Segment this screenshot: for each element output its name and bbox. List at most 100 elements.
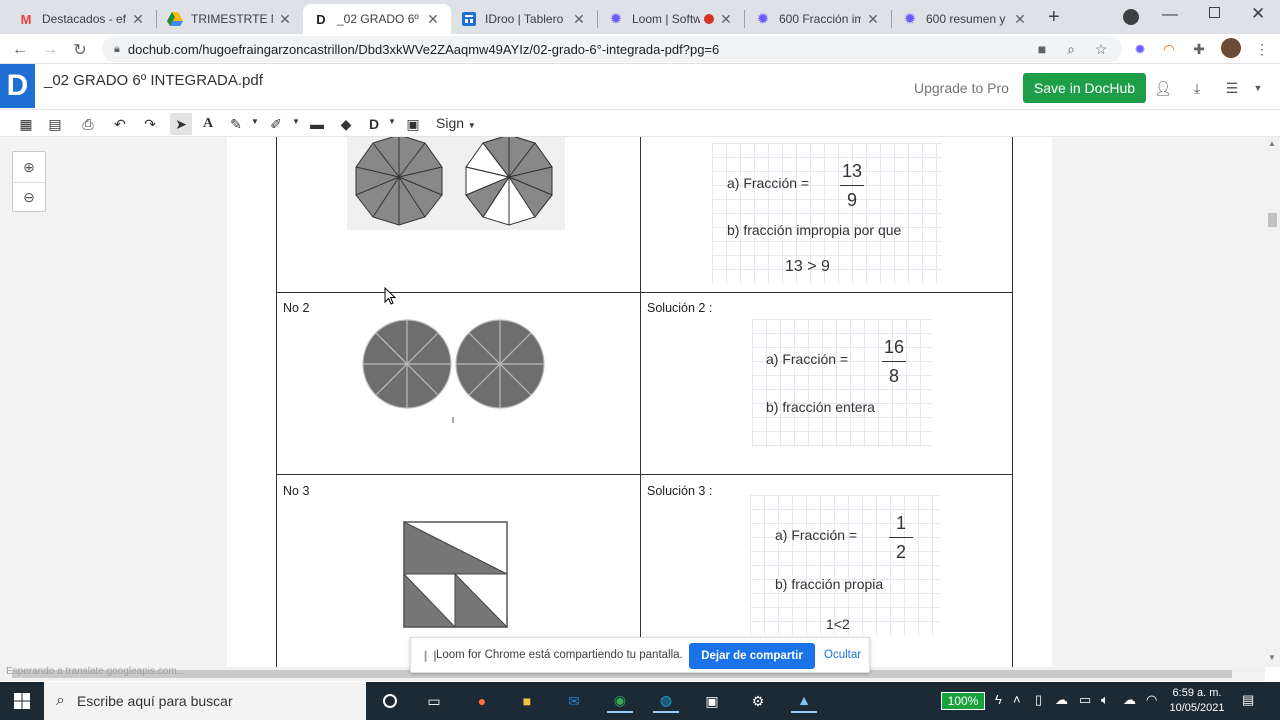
pen-tool-icon[interactable]: ✎ <box>225 113 247 135</box>
tab-title: 600 Fracción imp <box>779 12 861 26</box>
dochub-header: D _02 GRADO 6º INTEGRADA.pdf Upgrade to … <box>0 64 1280 110</box>
camera-icon[interactable]: ■ <box>1032 39 1052 59</box>
tab-dochub-active[interactable]: D _02 GRADO 6º IN ✕ <box>303 4 451 34</box>
fraction-denominator: 9 <box>846 190 857 210</box>
dochub-stamp-icon[interactable]: D <box>363 113 385 135</box>
taskbar-search[interactable]: ⌕ Escribe aquí para buscar <box>44 682 366 720</box>
loom-icon: ✹ <box>757 11 769 26</box>
redo-icon[interactable]: ↷ <box>139 113 161 135</box>
dochub-logo[interactable]: D <box>0 64 35 108</box>
apps-grid-icon[interactable]: ▦ <box>15 113 37 135</box>
document-filename[interactable]: _02 GRADO 6º INTEGRADA.pdf <box>44 72 263 89</box>
chevron-down-icon[interactable]: ▼ <box>388 117 396 126</box>
edge-icon[interactable]: ◍ <box>653 689 679 713</box>
wifi-icon[interactable]: ◠ <box>1146 692 1157 708</box>
back-icon[interactable]: ← <box>9 39 31 61</box>
tab-loom-resumen[interactable]: ✹ 600 resumen y e ✕ <box>892 4 1038 34</box>
print-icon[interactable]: ⎙ <box>77 113 99 135</box>
tab-loom-recording[interactable]: ✹ Loom | Softw ✕ <box>598 4 744 34</box>
battery-indicator[interactable]: 100% <box>941 692 985 710</box>
close-icon[interactable]: ✕ <box>130 11 146 28</box>
chevron-down-icon[interactable]: ▼ <box>1248 78 1268 98</box>
onedrive-icon[interactable]: ☁ <box>1055 692 1068 708</box>
extension-icon[interactable]: ◠ <box>1159 39 1179 59</box>
window-close-icon[interactable]: ✕ <box>1251 4 1265 24</box>
notifications-icon[interactable]: ▤ <box>1242 692 1254 708</box>
scroll-up-icon[interactable]: ▲ <box>1268 139 1276 148</box>
pages-panel-icon[interactable]: ▤ <box>44 113 66 135</box>
image-icon[interactable]: ▣ <box>402 113 424 135</box>
forward-icon[interactable]: → <box>39 39 61 61</box>
puzzle-extensions-icon[interactable]: ✚ <box>1189 39 1209 59</box>
zoom-icon[interactable]: ⌕ <box>1061 39 1081 59</box>
loom-extension-icon[interactable]: ✹ <box>1130 39 1150 59</box>
device-icon[interactable]: ▯ <box>1035 692 1042 708</box>
zoom-out-icon[interactable]: ⊖ <box>13 182 45 212</box>
fraction-numerator: 1 <box>895 513 906 533</box>
file-explorer-icon[interactable]: ■ <box>514 689 540 713</box>
chrome-icon[interactable]: ◉ <box>607 689 633 713</box>
profile-avatar[interactable] <box>1221 38 1241 58</box>
battery-tray-icon[interactable]: ▭ <box>1079 692 1091 708</box>
windows-start-icon[interactable] <box>0 682 44 720</box>
tab-loom-fraccion[interactable]: ✹ 600 Fracción imp ✕ <box>745 4 891 34</box>
tab-title: TRIMESTRTE No 2 <box>191 12 273 26</box>
firefox-icon[interactable]: ● <box>469 689 495 713</box>
close-icon[interactable]: ✕ <box>1012 11 1028 28</box>
tab-gmail[interactable]: M Destacados - efra ✕ <box>8 4 156 34</box>
highlighter-icon[interactable]: ✐ <box>265 113 287 135</box>
close-icon[interactable]: ✕ <box>425 11 441 28</box>
close-icon[interactable]: ✕ <box>718 11 734 28</box>
address-bar[interactable]: 🔒︎ dochub.com/hugoefraingarzoncastrillon… <box>102 36 1122 62</box>
cloud-icon[interactable]: ☁ <box>1123 692 1136 708</box>
vertical-scrollbar[interactable]: ▲ ▼ <box>1265 137 1280 667</box>
eraser-icon[interactable]: ◆ <box>335 113 357 135</box>
power-icon[interactable]: ϟ <box>995 692 1002 707</box>
upgrade-link[interactable]: Upgrade to Pro <box>914 80 1009 96</box>
table-border <box>276 474 1013 475</box>
task-view-icon[interactable]: ▭ <box>421 689 447 713</box>
hide-link[interactable]: Ocultar <box>824 649 861 661</box>
pdf-page[interactable]: a) Fracción = 13 9 b) fracción impropia … <box>227 137 1052 667</box>
close-icon[interactable]: ✕ <box>277 11 293 28</box>
minimize-icon[interactable]: — <box>1162 6 1178 24</box>
store-icon[interactable]: ▣ <box>699 689 725 713</box>
restore-icon[interactable] <box>1209 7 1220 18</box>
text-tool-icon[interactable]: A <box>197 113 219 135</box>
close-icon[interactable]: ✕ <box>571 11 587 28</box>
chevron-up-icon[interactable]: ˄ <box>1013 692 1021 707</box>
photos-icon[interactable]: ▲ <box>791 689 817 713</box>
mail-icon[interactable]: ✉ <box>561 689 587 713</box>
save-in-dochub-button[interactable]: Save in DocHub <box>1023 73 1146 103</box>
chevron-down-icon[interactable]: ▼ <box>251 117 259 126</box>
tab-search-icon[interactable] <box>1123 9 1139 25</box>
download-icon[interactable]: ⤓ <box>1187 78 1207 98</box>
reload-icon[interactable]: ↻ <box>69 39 91 61</box>
undo-icon[interactable]: ↶ <box>109 113 131 135</box>
menu-kebab-icon[interactable]: ⋮ <box>1252 39 1272 59</box>
scrollbar-thumb[interactable] <box>1268 213 1277 227</box>
google-drive-icon <box>167 11 183 27</box>
system-clock[interactable]: 6:59 a. m. 10/05/2021 <box>1166 686 1228 716</box>
fraction-denominator: 2 <box>895 542 906 562</box>
bookmark-star-icon[interactable]: ☆ <box>1091 39 1111 59</box>
volume-icon[interactable]: 🔈︎ <box>1101 692 1109 708</box>
zoom-in-icon[interactable]: ⊕ <box>13 152 45 182</box>
cortana-icon[interactable] <box>377 689 403 713</box>
select-pointer-icon[interactable]: ➤ <box>170 113 192 135</box>
sign-menu[interactable]: Sign ▼ <box>436 115 476 131</box>
loom-sharing-banner: ❙❙ Loom for Chrome está compartiendo tu … <box>410 637 870 673</box>
scroll-down-icon[interactable]: ▼ <box>1268 653 1276 662</box>
new-tab-button[interactable]: + <box>1048 6 1060 29</box>
tab-drive[interactable]: TRIMESTRTE No 2 ✕ <box>157 4 303 34</box>
zoom-controls: ⊕ ⊖ <box>12 151 46 212</box>
document-workspace[interactable]: ⊕ ⊖ a) Fracción = 13 9 b) fracción impro… <box>0 137 1265 667</box>
hamburger-menu-icon[interactable]: ☰ <box>1222 78 1242 98</box>
add-user-icon[interactable]: 👤︎ <box>1153 78 1173 98</box>
comment-icon[interactable]: ▬ <box>306 113 328 135</box>
chevron-down-icon[interactable]: ▼ <box>292 117 300 126</box>
settings-app-icon[interactable]: ⚙ <box>745 689 771 713</box>
close-icon[interactable]: ✕ <box>865 11 881 28</box>
stop-sharing-button[interactable]: Dejar de compartir <box>689 643 815 669</box>
tab-idroo[interactable]: IDroo | Tablero ✕ <box>451 4 597 34</box>
